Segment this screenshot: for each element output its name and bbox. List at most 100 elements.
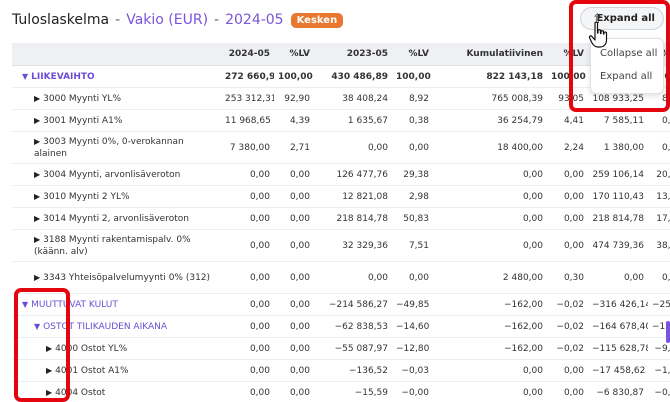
value-cell: 92,90 (274, 87, 314, 110)
value-cell: 0,00 (274, 261, 314, 294)
expand-triangle-icon[interactable]: ▶ (34, 93, 40, 105)
table-row[interactable]: ▶ 3010 Myynti 2 YL% 0,00 0,00 12 821,08 2,98 0… (12, 185, 670, 208)
row-label-cell: ▶ 3001 Myynti A1% (12, 109, 221, 132)
value-cell: 100,00 (274, 65, 314, 88)
table-row[interactable]: ▶ 3001 Myynti A1% 11 968,65 4,39 1 635,67 0,3… (12, 109, 670, 132)
version-selector[interactable]: Vakio (EUR) (126, 12, 208, 28)
value-cell: −15,59 (314, 381, 392, 402)
page-title: Tuloslaskelma (12, 12, 110, 28)
value-cell: 126 477,76 (314, 163, 392, 186)
table-row[interactable]: ▶ 3003 Myynti 0%, 0-verokannan alainen 7 3… (12, 131, 670, 164)
table-row[interactable]: ▶ 3188 Myynti rakentamispalv. 0% (käänn. … (12, 229, 670, 262)
expand-triangle-icon[interactable]: ▶ (34, 136, 40, 148)
period-selector[interactable]: 2024-05 (225, 12, 284, 28)
value-cell: 13,71 (648, 185, 670, 208)
table-row[interactable]: ▼ MUUTTUVAT KULUT 0,00 0,00 −214 586,27 −49,8… (12, 293, 670, 316)
value-cell: −0,02 (547, 293, 588, 316)
value-cell: 2 480,00 (433, 261, 547, 294)
value-cell: 0,00 (274, 315, 314, 338)
row-label-cell: ▶ 3004 Myynti, arvonlisäveroton (12, 163, 221, 186)
value-cell: 0,00 (274, 163, 314, 186)
value-cell: 218 814,78 (314, 207, 392, 230)
row-label: 3188 Myynti rakentamispalv. 0% (käänn. a… (34, 234, 191, 257)
value-cell: −162,00 (433, 337, 547, 360)
value-cell: −162,00 (433, 315, 547, 338)
value-cell: 0,00 (547, 229, 588, 262)
value-cell: 7 585,11 (588, 109, 648, 132)
value-cell: 430 486,89 (314, 65, 392, 88)
table-row[interactable]: ▶ 4000 Ostot YL% 0,00 0,00 −55 087,97 −12,80−… (12, 337, 670, 360)
scroll-indicator[interactable] (666, 321, 670, 343)
value-cell: 0,00 (648, 261, 670, 294)
table-row[interactable]: ▶ 4004 Ostot 0,00 0,00 −15,59 −0,00 0,00 0,00 −6… (12, 381, 670, 402)
value-cell: −0,00 (392, 381, 433, 402)
page-header: Tuloslaskelma - Vakio (EUR) - 2024-05 Ke… (12, 9, 344, 31)
row-label-cell: ▶ 3188 Myynti rakentamispalv. 0% (käänn. … (12, 229, 221, 262)
value-cell: 1 380,00 (588, 131, 648, 164)
value-cell: 0,00 (392, 261, 433, 294)
value-cell: −136,52 (314, 359, 392, 382)
table-row[interactable]: ▶ 3014 Myynti 2, arvonlisäveroton 0,00 0,00… (12, 207, 670, 230)
value-cell: 0,00 (274, 337, 314, 360)
value-cell: 0,00 (221, 163, 274, 186)
value-cell: 0,00 (221, 229, 274, 262)
value-cell: 0,00 (274, 381, 314, 402)
value-cell: 0,00 (547, 185, 588, 208)
expand-triangle-icon[interactable]: ▶ (34, 191, 40, 203)
value-cell: −12,80 (392, 337, 433, 360)
table-row[interactable]: ▶ 3004 Myynti, arvonlisäveroton 0,00 0,00 12… (12, 163, 670, 186)
title-separator: - (115, 12, 121, 28)
table-row[interactable]: ▼ OSTOT TILIKAUDEN AIKANA 0,00 0,00 −62 838,… (12, 315, 670, 338)
table-row[interactable]: ▶ 3343 Yhteisöpalvelumyynti 0% (312) 0,00 0… (12, 261, 670, 294)
value-cell: 0,00 (221, 261, 274, 294)
value-cell: 0,00 (433, 163, 547, 186)
value-cell: 20,88 (648, 163, 670, 186)
value-cell: 253 312,31 (221, 87, 274, 110)
value-cell: 8,92 (392, 87, 433, 110)
row-label: 3010 Myynti 2 YL% (43, 191, 130, 202)
value-cell: −0,55 (648, 381, 670, 402)
value-cell: 0,00 (433, 359, 547, 382)
value-cell: 2,71 (274, 131, 314, 164)
value-cell: 29,38 (392, 163, 433, 186)
value-cell: 0,00 (547, 163, 588, 186)
value-cell: 0,00 (588, 261, 648, 294)
expand-triangle-icon[interactable]: ▶ (34, 213, 40, 225)
value-cell: 170 110,43 (588, 185, 648, 208)
value-cell: 0,00 (433, 229, 547, 262)
value-cell: 0,00 (392, 131, 433, 164)
row-label: 3014 Myynti 2, arvonlisäveroton (43, 213, 189, 224)
row-label-cell: ▶ 3000 Myynti YL% (12, 87, 221, 110)
row-label-cell: ▶ 3003 Myynti 0%, 0-verokannan alainen (12, 131, 221, 164)
value-cell: 11 968,65 (221, 109, 274, 132)
expand-triangle-icon[interactable]: ▶ (34, 234, 40, 246)
value-cell: 0,00 (314, 131, 392, 164)
value-cell: 0,00 (274, 229, 314, 262)
collapse-triangle-icon[interactable]: ▼ (22, 71, 28, 83)
value-cell: −316 426,14 (588, 293, 648, 316)
table-row[interactable]: ▶ 4001 Ostot A1% 0,00 0,00 −136,52 −0,03 0,00 0… (12, 359, 670, 382)
expand-triangle-icon[interactable]: ▶ (34, 115, 40, 127)
column-header: %LV (392, 43, 433, 66)
expand-triangle-icon[interactable]: ▶ (34, 169, 40, 181)
value-cell: 18 400,00 (433, 131, 547, 164)
value-cell: 38,26 (648, 229, 670, 262)
value-cell: 0,30 (547, 261, 588, 294)
value-cell: 0,00 (433, 185, 547, 208)
value-cell: −162,00 (433, 293, 547, 316)
expand-triangle-icon[interactable]: ▶ (34, 272, 40, 284)
value-cell: 4,39 (274, 109, 314, 132)
title-separator: - (214, 12, 220, 28)
value-cell: 7,51 (392, 229, 433, 262)
value-cell: −49,85 (392, 293, 433, 316)
value-cell: 0,00 (547, 359, 588, 382)
value-cell: 0,00 (274, 185, 314, 208)
value-cell: −214 586,27 (314, 293, 392, 316)
value-cell: 0,00 (433, 381, 547, 402)
row-label-cell: ▼ LIIKEVAIHTO (12, 65, 221, 88)
value-cell: 2,98 (392, 185, 433, 208)
value-cell: 0,00 (221, 293, 274, 316)
value-cell: 4,41 (547, 109, 588, 132)
value-cell: −55 087,97 (314, 337, 392, 360)
value-cell: 259 106,14 (588, 163, 648, 186)
